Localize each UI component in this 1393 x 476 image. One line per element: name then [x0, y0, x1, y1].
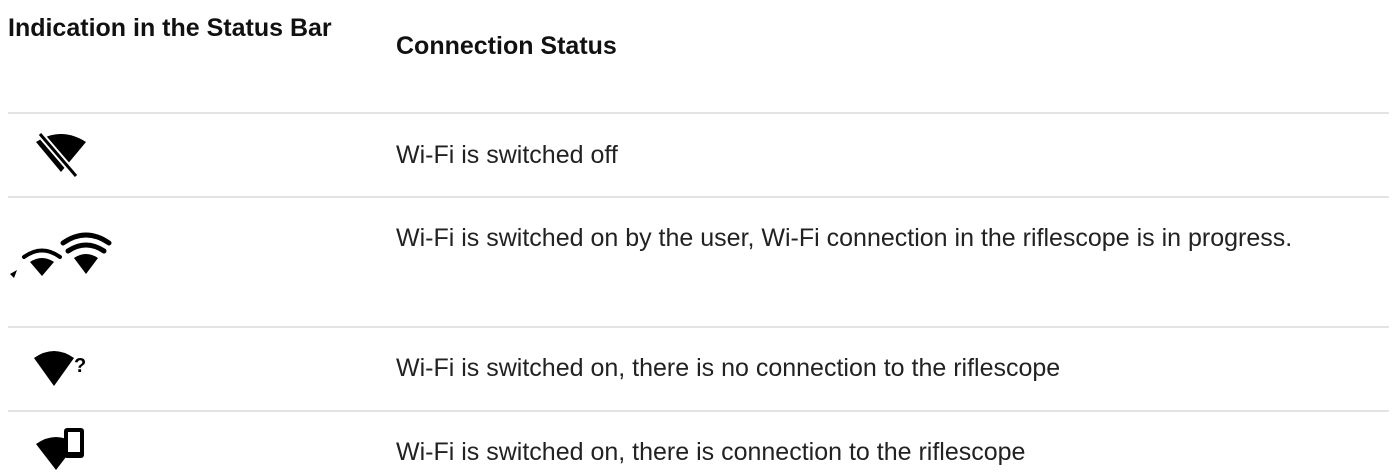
table-header: Indication in the Status Bar Connection …: [0, 0, 1393, 112]
table-row: Wi-Fi is switched on, there is connectio…: [0, 412, 1393, 472]
wifi-connecting-icon: [8, 232, 112, 282]
wifi-no-connection-icon: ?: [32, 346, 92, 392]
status-text: Wi-Fi is switched on, there is no connec…: [396, 354, 1061, 382]
svg-text:?: ?: [74, 355, 86, 377]
header-indication: Indication in the Status Bar: [8, 14, 332, 42]
status-table: Indication in the Status Bar Connection …: [0, 0, 1393, 472]
status-text: Wi-Fi is switched on by the user, Wi-Fi …: [396, 224, 1293, 252]
status-text: Wi-Fi is switched off: [396, 141, 618, 169]
wifi-off-icon: [34, 130, 88, 180]
table-row: ? Wi-Fi is switched on, there is no conn…: [0, 328, 1393, 410]
status-text: Wi-Fi is switched on, there is connectio…: [396, 438, 1026, 466]
table-row: Wi-Fi is switched off: [0, 114, 1393, 196]
table-row: Wi-Fi is switched on by the user, Wi-Fi …: [0, 198, 1393, 326]
header-connection-status: Connection Status: [396, 32, 617, 60]
wifi-connected-device-icon: [34, 426, 94, 472]
